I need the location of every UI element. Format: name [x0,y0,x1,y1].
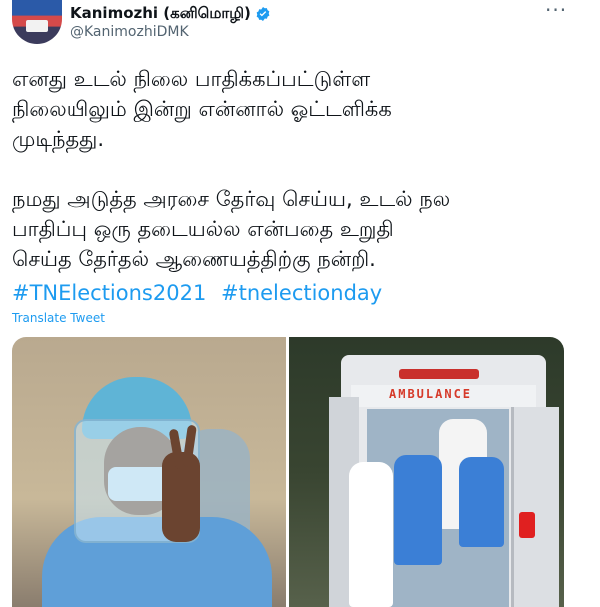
author-display-name[interactable]: Kanimozhi (கனிமொழி) [70,4,251,24]
hashtags: #TNElections2021 #tnelectionday [12,281,390,305]
ppe-worker [349,462,393,607]
translate-tweet-link[interactable]: Translate Tweet [12,311,105,325]
author-handle[interactable]: @KanimozhiDMK [70,24,189,40]
ppe-worker [394,455,442,565]
author-name-row: Kanimozhi (கனிமொழி) [70,4,271,24]
ambulance-label: AMBULANCE [389,387,473,401]
ambulance-door-right [511,407,559,607]
ppe-worker [459,457,504,547]
verified-badge-icon [256,7,270,21]
more-options-icon[interactable]: ··· [545,0,567,20]
avatar-sign [26,20,48,32]
ambulance-tail-light [519,512,535,538]
profile-avatar[interactable] [12,0,62,44]
tweet-photo-voter[interactable] [12,337,286,607]
tweet-photo-ambulance[interactable]: AMBULANCE [289,337,564,607]
hashtag-link[interactable]: #TNElections2021 [12,281,206,305]
tweet-text: எனது உடல் நிலை பாதிக்கப்பட்டுள்ள நிலையில… [12,67,451,271]
ambulance-light-bar [399,369,479,379]
hashtag-link[interactable]: #tnelectionday [221,281,382,305]
tweet-media[interactable]: AMBULANCE [12,337,564,607]
